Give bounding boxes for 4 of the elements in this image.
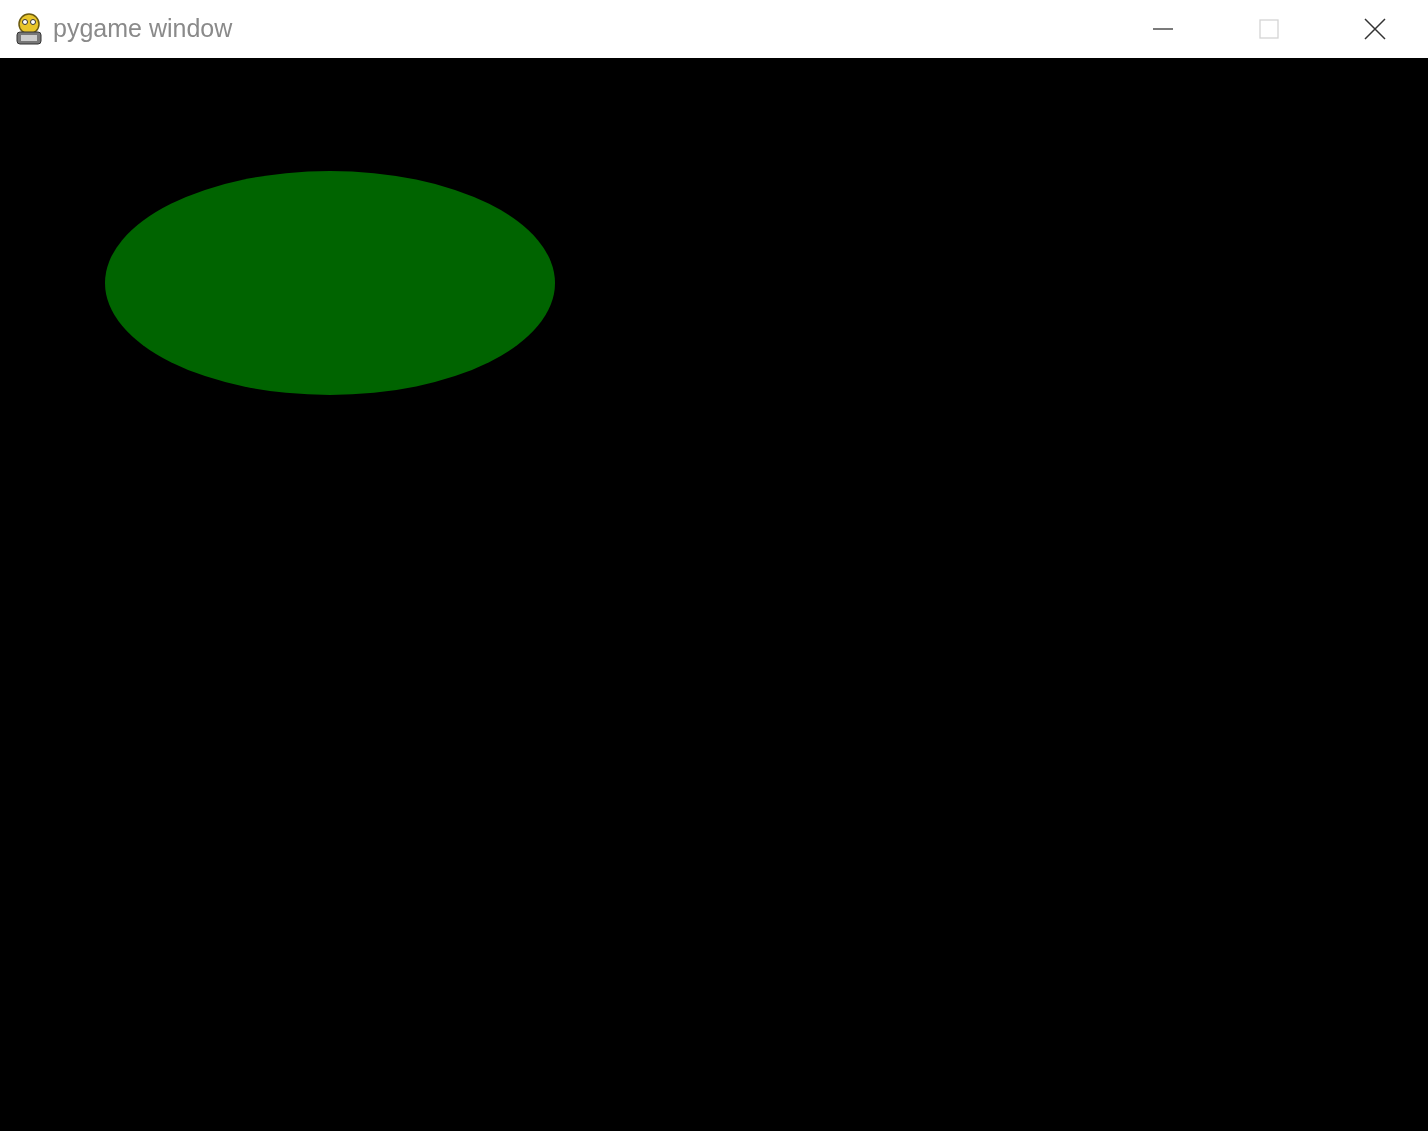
minimize-icon <box>1153 28 1173 30</box>
window-title: pygame window <box>53 13 233 45</box>
maximize-icon <box>1258 18 1280 40</box>
close-icon <box>1364 18 1386 40</box>
